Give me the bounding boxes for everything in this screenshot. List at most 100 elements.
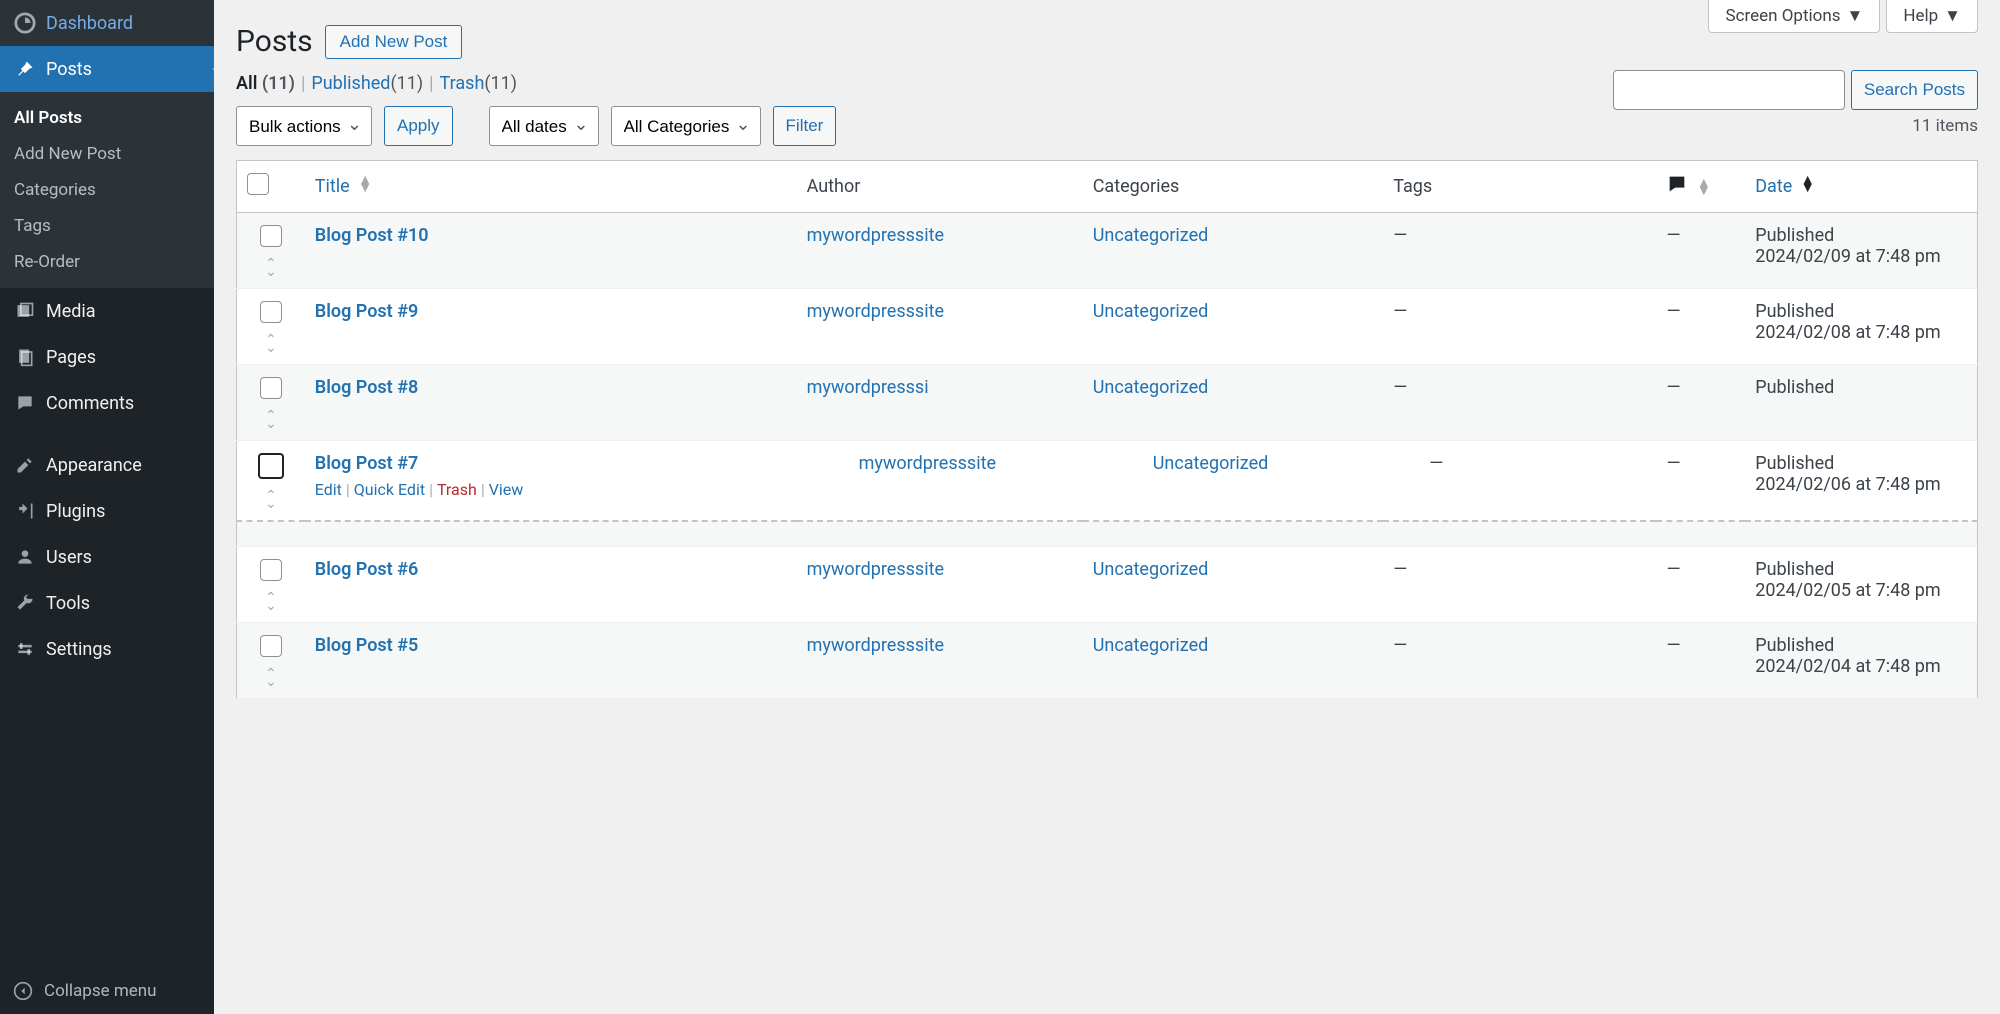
category-link[interactable]: Uncategorized (1093, 301, 1209, 322)
menu-dashboard[interactable]: Dashboard (0, 0, 214, 46)
add-new-post-button[interactable]: Add New Post (325, 25, 463, 59)
author-link[interactable]: mywordpresssite (807, 559, 944, 580)
item-count: 11 items (1912, 116, 1978, 136)
row-checkbox[interactable] (260, 225, 282, 247)
row-checkbox[interactable] (260, 377, 282, 399)
sort-icon: ▲▼ (1801, 176, 1815, 192)
comments-cell: — (1656, 213, 1745, 289)
menu-users[interactable]: Users (0, 534, 214, 580)
menu-media[interactable]: Media (0, 288, 214, 334)
menu-posts-label: Posts (46, 59, 92, 80)
pages-icon (14, 346, 36, 368)
category-link[interactable]: Uncategorized (1093, 225, 1209, 246)
category-link[interactable]: Uncategorized (1093, 559, 1209, 580)
menu-pages[interactable]: Pages (0, 334, 214, 380)
screen-options-tab[interactable]: Screen Options ▼ (1708, 0, 1880, 33)
quick-edit-link[interactable]: Quick Edit (354, 480, 425, 499)
menu-dashboard-label: Dashboard (46, 13, 133, 34)
comments-cell: — (1656, 441, 1745, 522)
submenu-categories[interactable]: Categories (0, 172, 214, 208)
submenu-add-new-post[interactable]: Add New Post (0, 136, 214, 172)
admin-sidebar: Dashboard Posts All Posts Add New Post C… (0, 0, 214, 1014)
col-date[interactable]: Date (1755, 176, 1792, 197)
menu-tools-label: Tools (46, 593, 90, 614)
collapse-menu-label: Collapse menu (44, 981, 157, 1001)
comments-cell: — (1656, 547, 1745, 623)
bulk-actions-select[interactable]: Bulk actions (236, 106, 372, 146)
table-row: ⌃⌄ Blog Post #10 mywordpresssite Uncategori… (237, 213, 1978, 289)
menu-appearance-label: Appearance (46, 455, 142, 476)
collapse-menu[interactable]: Collapse menu (0, 968, 214, 1014)
help-tab[interactable]: Help ▼ (1886, 0, 1978, 33)
submenu-tags[interactable]: Tags (0, 208, 214, 244)
filter-trash[interactable]: Trash (440, 73, 485, 94)
table-row: ⌃⌄Blog Post #7Edit|Quick Edit|Trash|View… (237, 441, 1978, 522)
drag-handle-icon[interactable]: ⌃⌄ (265, 492, 277, 508)
menu-plugins-label: Plugins (46, 501, 105, 522)
tags-cell: — (1383, 365, 1656, 441)
category-link[interactable]: Uncategorized (1093, 377, 1209, 398)
menu-settings[interactable]: Settings (0, 626, 214, 672)
post-title-link[interactable]: Blog Post #10 (315, 225, 429, 246)
menu-users-label: Users (46, 547, 92, 568)
tags-cell: — (1383, 623, 1656, 699)
author-link[interactable]: mywordpresssite (807, 635, 944, 656)
post-title-link[interactable]: Blog Post #8 (315, 377, 418, 398)
table-row: ⌃⌄ Blog Post #9 mywordpresssite Uncategoriz… (237, 289, 1978, 365)
col-title[interactable]: Title (315, 176, 350, 197)
trash-link[interactable]: Trash (437, 480, 477, 499)
edit-link[interactable]: Edit (315, 480, 342, 499)
drag-handle-icon[interactable]: ⌃⌄ (265, 412, 277, 428)
drag-handle-icon[interactable]: ⌃⌄ (265, 594, 277, 610)
date-filter-select[interactable]: All dates (489, 106, 599, 146)
search-posts-input[interactable] (1613, 70, 1845, 110)
filter-button[interactable]: Filter (773, 106, 837, 146)
post-title-link[interactable]: Blog Post #7 (315, 453, 418, 474)
drag-handle-icon[interactable]: ⌃⌄ (265, 336, 277, 352)
table-row: ⌃⌄ Blog Post #8 mywordpresssi Uncategorized… (237, 365, 1978, 441)
date-cell: Published2024/02/06 at 7:48 pm (1745, 441, 1977, 522)
submenu-reorder[interactable]: Re-Order (0, 244, 214, 280)
select-all-checkbox[interactable] (247, 173, 269, 195)
appearance-icon (14, 454, 36, 476)
col-author: Author (797, 161, 1083, 213)
menu-posts[interactable]: Posts (0, 46, 214, 92)
submenu-all-posts[interactable]: All Posts (0, 100, 214, 136)
menu-comments-label: Comments (46, 393, 134, 414)
drop-zone (237, 521, 1978, 547)
tools-icon (14, 592, 36, 614)
category-link[interactable]: Uncategorized (1153, 453, 1269, 474)
view-link[interactable]: View (489, 480, 524, 499)
author-link[interactable]: mywordpresssite (807, 301, 944, 322)
post-title-link[interactable]: Blog Post #6 (315, 559, 418, 580)
row-checkbox[interactable] (260, 635, 282, 657)
tags-cell: — (1383, 213, 1656, 289)
row-checkbox[interactable] (260, 559, 282, 581)
menu-plugins[interactable]: Plugins (0, 488, 214, 534)
date-cell: Published2024/02/09 at 7:48 pm (1745, 213, 1977, 289)
row-checkbox[interactable] (258, 453, 284, 479)
filter-all[interactable]: All (11) (236, 73, 295, 94)
media-icon (14, 300, 36, 322)
posts-table: Title ▲▼ Author Categories Tags ▲▼ Date … (236, 160, 1978, 699)
author-link[interactable]: mywordpresssite (807, 225, 944, 246)
chevron-down-icon: ▼ (1944, 6, 1961, 26)
author-link[interactable]: mywordpresssi (807, 377, 929, 398)
menu-media-label: Media (46, 301, 96, 322)
author-link[interactable]: mywordpresssite (859, 453, 996, 474)
menu-tools[interactable]: Tools (0, 580, 214, 626)
filter-published[interactable]: Published (311, 73, 390, 94)
category-filter-select[interactable]: All Categories (611, 106, 761, 146)
date-cell: Published2024/02/05 at 7:48 pm (1745, 547, 1977, 623)
drag-handle-icon[interactable]: ⌃⌄ (265, 260, 277, 276)
menu-appearance[interactable]: Appearance (0, 442, 214, 488)
post-title-link[interactable]: Blog Post #5 (315, 635, 418, 656)
apply-button[interactable]: Apply (384, 106, 453, 146)
drag-handle-icon[interactable]: ⌃⌄ (265, 670, 277, 686)
search-posts-button[interactable]: Search Posts (1851, 70, 1978, 110)
menu-comments[interactable]: Comments (0, 380, 214, 426)
post-title-link[interactable]: Blog Post #9 (315, 301, 418, 322)
row-checkbox[interactable] (260, 301, 282, 323)
col-comments: ▲▼ (1656, 161, 1745, 213)
category-link[interactable]: Uncategorized (1093, 635, 1209, 656)
